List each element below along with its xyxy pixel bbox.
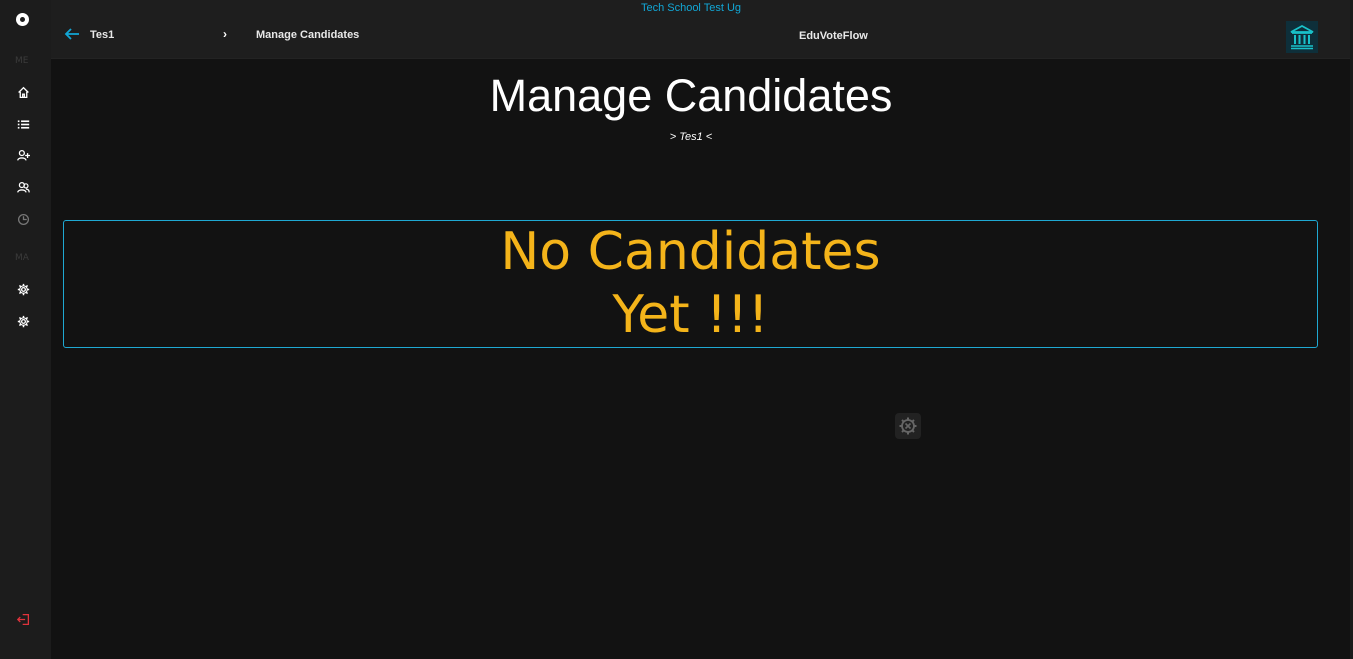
gear-icon <box>899 417 917 435</box>
sidebar-item-settings-2[interactable] <box>14 312 32 330</box>
breadcrumb-election[interactable]: Tes1 <box>90 29 114 41</box>
top-bar: Tech School Test Ug Tes1 › Manage Candid… <box>51 0 1353 59</box>
sidebar-item-settings-1[interactable] <box>14 280 32 298</box>
add-user-icon <box>16 149 30 161</box>
sidebar-section-label-1: ME <box>15 56 29 66</box>
school-name: Tech School Test Ug <box>640 2 742 14</box>
empty-state-message: No Candidates Yet !!! <box>500 222 881 345</box>
institution-icon <box>1290 24 1314 50</box>
gear-icon <box>17 283 29 295</box>
sidebar: ME MA <box>0 0 51 659</box>
breadcrumb-current-page: Manage Candidates <box>256 29 360 41</box>
gear-icon <box>17 315 29 327</box>
election-subtitle: > Tes1 < <box>669 131 713 143</box>
sidebar-section-label-2: MA <box>15 253 29 263</box>
institution-logo[interactable] <box>1286 21 1318 53</box>
sidebar-item-list[interactable] <box>14 115 32 133</box>
empty-state-panel: No Candidates Yet !!! <box>63 220 1318 348</box>
floating-settings-button[interactable] <box>895 413 921 439</box>
app-logo-icon[interactable] <box>16 13 29 26</box>
clock-icon <box>17 213 29 225</box>
home-icon <box>17 86 29 98</box>
sidebar-item-add-user[interactable] <box>14 146 32 164</box>
list-icon <box>17 119 29 129</box>
sidebar-item-home[interactable] <box>14 83 32 101</box>
sidebar-item-users[interactable] <box>14 178 32 196</box>
sidebar-item-history[interactable] <box>14 210 32 228</box>
page-title: Manage Candidates <box>489 70 893 121</box>
users-icon <box>16 181 30 193</box>
logout-button[interactable] <box>14 610 32 628</box>
back-arrow-icon[interactable] <box>64 27 80 41</box>
app-name: EduVoteFlow <box>799 30 868 42</box>
breadcrumb-separator: › <box>223 27 227 41</box>
logout-icon <box>16 613 29 625</box>
